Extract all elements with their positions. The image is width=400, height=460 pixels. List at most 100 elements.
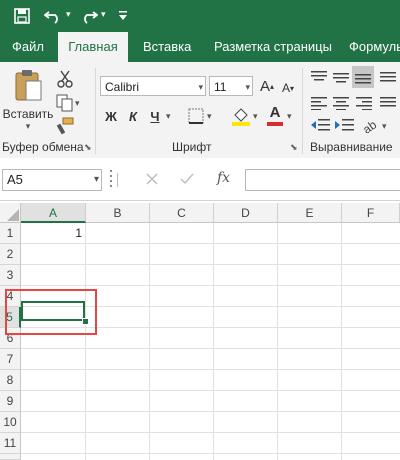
gridline: [277, 223, 278, 460]
row-header[interactable]: 1: [0, 223, 21, 244]
save-icon[interactable]: [14, 8, 30, 24]
formula-input[interactable]: [245, 169, 400, 191]
gridline: [21, 390, 400, 391]
decrease-caret-icon: ▾: [290, 83, 295, 93]
redo-dropdown-icon[interactable]: ▾: [101, 9, 106, 20]
borders-dropdown-icon[interactable]: ▾: [207, 111, 212, 122]
font-launcher-icon[interactable]: ⬊: [290, 142, 298, 153]
grow-font-button[interactable]: A ▴: [258, 76, 276, 96]
row-header[interactable]: 9: [0, 391, 21, 412]
font-color-bar: [267, 122, 283, 126]
ribbon-separator: [302, 68, 303, 154]
font-color-button[interactable]: A: [266, 104, 284, 126]
gridline: [213, 223, 214, 460]
chevron-down-icon: ▾: [198, 82, 203, 92]
decrease-indent-icon[interactable]: [310, 118, 330, 132]
fill-color-dropdown-icon[interactable]: ▾: [253, 111, 258, 122]
orientation-icon[interactable]: [380, 70, 396, 84]
row-header[interactable]: 12: [0, 454, 21, 460]
cancel-icon[interactable]: [146, 173, 158, 185]
font-color-letter: A: [269, 104, 281, 121]
tab-file[interactable]: Файл: [12, 32, 44, 62]
select-all-button[interactable]: [0, 203, 21, 223]
align-left-icon[interactable]: [311, 96, 327, 110]
increase-indent-icon[interactable]: [334, 118, 354, 132]
column-header-f[interactable]: F: [342, 203, 400, 223]
paste-button[interactable]: Вставить ▾: [3, 68, 53, 132]
column-header-c[interactable]: C: [150, 203, 214, 223]
gridline: [149, 223, 150, 460]
column-header-b[interactable]: B: [86, 203, 150, 223]
insert-function-button[interactable]: fx: [217, 170, 230, 186]
alignment-group-label: Выравнивание: [310, 140, 393, 154]
row-header[interactable]: 10: [0, 412, 21, 433]
customize-qat-icon[interactable]: [118, 10, 128, 22]
shrink-font-button[interactable]: A ▾: [280, 78, 296, 98]
gridline: [21, 453, 400, 454]
bold-button[interactable]: Ж: [102, 106, 120, 126]
align-right-icon[interactable]: [356, 96, 372, 110]
font-name-value: Calibri: [105, 80, 140, 94]
enter-checkmark-icon[interactable]: [180, 173, 194, 185]
clipboard-icon: [15, 70, 42, 101]
borders-icon[interactable]: [188, 108, 204, 124]
tab-formulas[interactable]: Формулы: [349, 32, 400, 62]
chevron-down-icon: ▾: [93, 174, 99, 185]
font-size-value: 11: [214, 80, 227, 94]
column-header-a[interactable]: A: [21, 203, 86, 223]
format-painter-icon[interactable]: [56, 117, 74, 135]
increase-caret-icon: ▴: [270, 81, 275, 91]
name-box-value: A5: [7, 172, 23, 187]
fill-color-icon[interactable]: [231, 106, 251, 126]
gridline: [21, 348, 400, 349]
redo-icon[interactable]: [80, 8, 98, 24]
ribbon-tabs: Файл Главная Вставка Разметка страницы Ф…: [0, 32, 400, 62]
gridline: [21, 432, 400, 433]
paste-dropdown-icon[interactable]: ▾: [26, 121, 31, 132]
copy-dropdown-icon[interactable]: ▾: [75, 98, 80, 109]
gridline: [85, 223, 86, 460]
align-bottom-button[interactable]: [352, 66, 374, 88]
align-middle-icon[interactable]: [333, 70, 349, 84]
copy-icon[interactable]: [56, 94, 74, 112]
cut-icon[interactable]: [56, 70, 74, 88]
row-header[interactable]: 3: [0, 265, 21, 286]
italic-button[interactable]: К: [124, 106, 142, 126]
svg-text:ab: ab: [362, 117, 379, 133]
name-box[interactable]: A5 ▾: [2, 169, 102, 191]
underline-dropdown-icon[interactable]: ▾: [166, 111, 171, 122]
align-center-icon[interactable]: [333, 96, 349, 110]
tab-page-layout[interactable]: Разметка страницы: [214, 32, 332, 62]
column-header-e[interactable]: E: [278, 203, 342, 223]
highlight-box: [5, 289, 97, 335]
align-top-icon[interactable]: [311, 70, 327, 84]
undo-icon[interactable]: [44, 8, 62, 24]
clipboard-group-label: Буфер обмена: [2, 140, 84, 154]
ribbon-separator: [95, 68, 96, 154]
underline-button[interactable]: Ч: [146, 106, 164, 126]
vertical-dots-separator: [117, 173, 118, 187]
font-name-select[interactable]: Calibri ▾: [100, 76, 206, 96]
resize-handle-icon[interactable]: [110, 170, 112, 172]
tab-insert[interactable]: Вставка: [143, 32, 191, 62]
cell-a1[interactable]: 1: [21, 223, 85, 243]
row-header[interactable]: 8: [0, 370, 21, 391]
text-direction-icon[interactable]: ab: [362, 117, 380, 133]
shrink-font-letter: A: [281, 81, 290, 95]
gridline: [21, 285, 400, 286]
wrap-text-icon[interactable]: [380, 96, 396, 110]
font-color-dropdown-icon[interactable]: ▾: [287, 111, 292, 122]
column-header-d[interactable]: D: [214, 203, 278, 223]
font-size-select[interactable]: 11 ▾: [209, 76, 253, 96]
row-header[interactable]: 11: [0, 433, 21, 454]
clipboard-launcher-icon[interactable]: ⬊: [84, 142, 92, 153]
row-header[interactable]: 2: [0, 244, 21, 265]
text-direction-dropdown-icon[interactable]: ▾: [382, 121, 387, 132]
chevron-down-icon: ▾: [245, 82, 250, 92]
tab-home[interactable]: Главная: [58, 32, 128, 62]
row-header[interactable]: 7: [0, 349, 21, 370]
gridline: [21, 264, 400, 265]
paste-label: Вставить: [2, 107, 54, 121]
gridline: [341, 223, 342, 460]
undo-dropdown-icon[interactable]: ▾: [66, 9, 71, 20]
